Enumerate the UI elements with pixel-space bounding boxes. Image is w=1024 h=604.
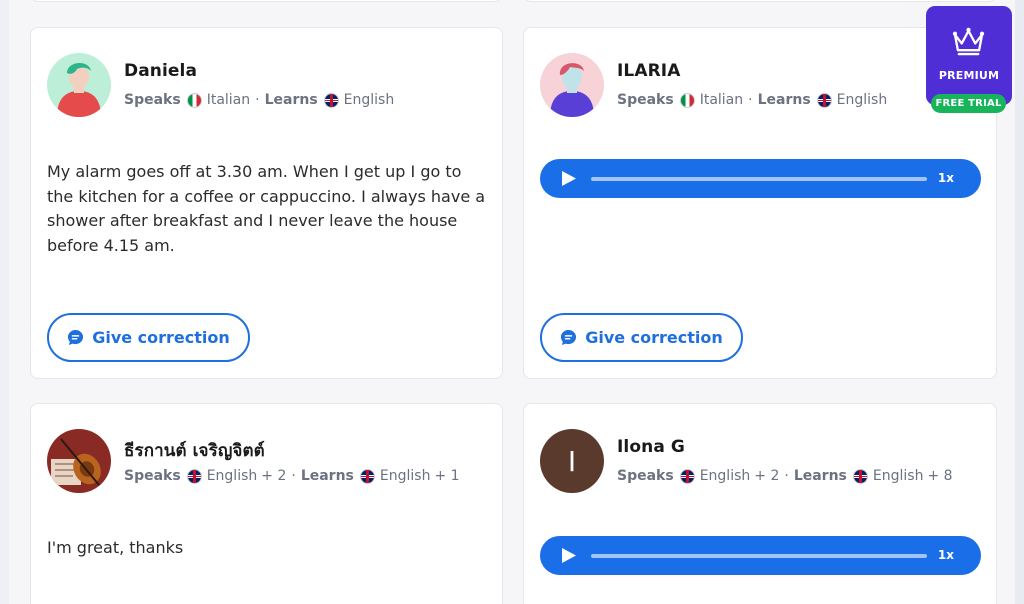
learns-language: English [836,92,888,108]
avatar[interactable] [540,53,604,117]
learns-language: English [379,468,431,484]
language-info: Speaks Italian · Learns English [124,92,394,108]
post-text: My alarm goes off at 3.30 am. When I get… [47,162,486,255]
audio-player: 1x [540,536,981,575]
play-icon[interactable] [560,170,577,187]
learns-extra-count: + 1 [434,468,460,484]
separator-dot: · [291,468,296,484]
free-trial-badge[interactable]: FREE TRIAL [931,94,1006,113]
user-name[interactable]: Ilona G [617,437,685,457]
learns-label: Learns [264,92,318,108]
playback-speed[interactable]: 1x [938,548,954,562]
post-card: I Ilona G Speaks English + 2 · Learns En… [523,403,997,604]
learns-label: Learns [793,468,847,484]
give-correction-label: Give correction [585,328,723,347]
language-info: Speaks Italian · Learns English [617,92,887,108]
uk-flag-icon [323,92,339,108]
learns-label: Learns [757,92,811,108]
crown-icon [952,27,985,56]
audio-progress-track[interactable] [591,177,927,181]
post-card: Daniela Speaks Italian · Learns English … [30,27,503,379]
post-card: ธีรกานต์ เจริญจิตต์ Speaks English + 2 ·… [30,403,503,604]
learns-label: Learns [300,468,354,484]
user-name[interactable]: ILARIA [617,61,681,81]
give-correction-button[interactable]: Give correction [540,313,743,362]
uk-flag-icon [816,92,832,108]
user-name[interactable]: ธีรกานต์ เจริญจิตต์ [124,437,265,464]
play-icon[interactable] [560,547,577,564]
speaks-language: English [206,468,258,484]
speaks-extra-count: + 2 [261,468,287,484]
give-correction-button[interactable]: Give correction [47,313,250,362]
language-info: Speaks English + 2 · Learns English + 8 [617,468,953,484]
audio-player: 1x [540,159,981,198]
user-name[interactable]: Daniela [124,61,197,81]
separator-dot: · [784,468,789,484]
separator-dot: · [255,92,260,108]
previous-card-peek [523,0,997,2]
speaks-label: Speaks [124,468,181,484]
scrollbar-track[interactable] [1015,0,1024,604]
speaks-label: Speaks [617,92,674,108]
speaks-label: Speaks [617,468,674,484]
speaks-extra-count: + 2 [754,468,780,484]
separator-dot: · [748,92,753,108]
chat-bubble-icon [561,329,577,346]
uk-flag-icon [679,468,695,484]
avatar[interactable]: I [540,429,604,493]
language-info: Speaks English + 2 · Learns English + 1 [124,468,460,484]
previous-card-peek [30,0,503,2]
speaks-language: English [699,468,751,484]
audio-progress-track[interactable] [591,554,927,558]
speaks-label: Speaks [124,92,181,108]
uk-flag-icon [186,468,202,484]
avatar[interactable] [47,53,111,117]
avatar-initial: I [540,429,604,493]
post-text: I'm great, thanks [47,538,184,557]
learns-extra-count: + 8 [927,468,953,484]
avatar[interactable] [47,429,111,493]
give-correction-label: Give correction [92,328,230,347]
premium-badge[interactable]: PREMIUM [926,6,1012,105]
uk-flag-icon [359,468,375,484]
chat-bubble-icon [68,329,84,346]
uk-flag-icon [852,468,868,484]
page-edge-left [0,0,9,604]
premium-label: PREMIUM [938,69,1000,82]
learns-language: English [343,92,395,108]
speaks-language: Italian [206,92,251,108]
playback-speed[interactable]: 1x [938,171,954,185]
learns-language: English [872,468,924,484]
italy-flag-icon [679,92,695,108]
italy-flag-icon [186,92,202,108]
speaks-language: Italian [699,92,744,108]
